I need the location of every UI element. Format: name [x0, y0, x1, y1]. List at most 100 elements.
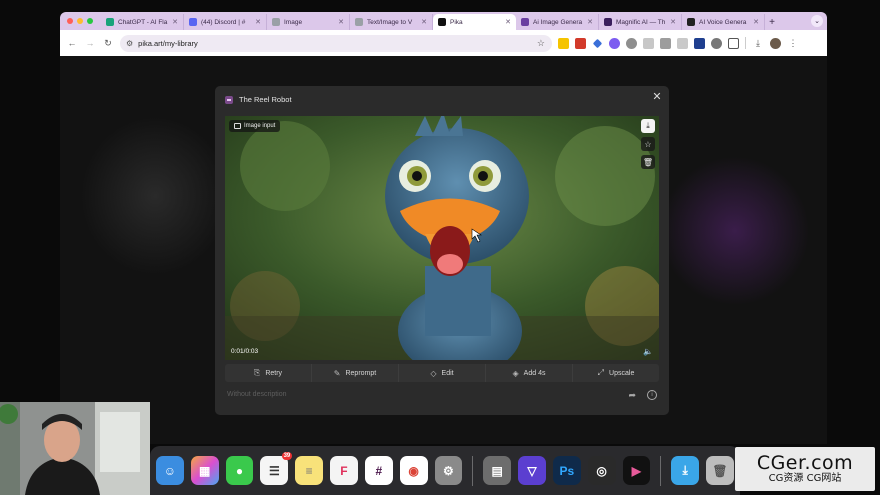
- download-button[interactable]: ⤓: [641, 119, 655, 133]
- share-icon[interactable]: ➦: [628, 390, 636, 401]
- app-icon[interactable]: ▽: [518, 456, 546, 485]
- extension-shield-icon[interactable]: [626, 37, 637, 49]
- tab-image[interactable]: Image ✕: [267, 14, 350, 30]
- tag-icon: ◇: [430, 368, 437, 378]
- back-icon[interactable]: ←: [66, 37, 78, 49]
- finder-icon[interactable]: ☺: [156, 456, 184, 485]
- trash-icon[interactable]: 🗑: [706, 456, 734, 485]
- extension-icon[interactable]: [660, 37, 671, 49]
- discord-icon: [189, 18, 197, 26]
- tab-search-icon[interactable]: ⌄: [811, 15, 823, 27]
- webcam-frame: [0, 402, 150, 495]
- watermark-logo: CGer.com CG资源 CG网站: [735, 447, 875, 491]
- reminders-icon[interactable]: ☰ 39: [260, 452, 293, 485]
- extension-icon[interactable]: [694, 37, 705, 49]
- slack-icon[interactable]: #: [364, 456, 393, 485]
- tab-pika[interactable]: Pika ✕: [433, 14, 516, 30]
- modal-header: The Reel Robot: [225, 95, 292, 104]
- tab-close-icon[interactable]: ✕: [587, 18, 593, 26]
- action-label: Edit: [441, 369, 454, 377]
- favorite-button[interactable]: ☆: [641, 137, 655, 151]
- modal-title: The Reel Robot: [239, 95, 292, 104]
- extension-icon[interactable]: [643, 37, 654, 49]
- watermark-subtitle: CG资源 CG网站: [768, 473, 842, 484]
- maximize-window-button[interactable]: [87, 18, 93, 24]
- tab-chatgpt-ai-fla[interactable]: ChatGPT - AI Fla ✕: [101, 14, 184, 30]
- edit-button[interactable]: ◇ Edit: [399, 364, 486, 382]
- minimize-window-button[interactable]: [77, 18, 83, 24]
- extension-icon[interactable]: [558, 37, 569, 49]
- retry-button[interactable]: ⎘ Retry: [225, 364, 312, 382]
- extension-icon[interactable]: [677, 37, 688, 49]
- trash-icon: 🗑: [642, 157, 654, 167]
- close-icon[interactable]: ✕: [650, 89, 664, 103]
- add-4s-button[interactable]: ◈ Add 4s: [486, 364, 573, 382]
- calculator-icon[interactable]: ▤: [483, 456, 512, 485]
- pika-icon: [438, 18, 446, 26]
- upscale-button[interactable]: ⤢ Upscale: [573, 364, 659, 382]
- tab-close-icon[interactable]: ✕: [753, 18, 759, 26]
- final-cut-icon[interactable]: ▶: [622, 456, 651, 485]
- dock-divider: [660, 455, 662, 486]
- description-field[interactable]: Without description: [227, 391, 287, 398]
- messages-icon[interactable]: ●: [225, 456, 254, 485]
- notes-icon[interactable]: ≡: [295, 456, 324, 485]
- tab-close-icon[interactable]: ✕: [172, 18, 178, 26]
- mute-icon[interactable]: 🔈: [643, 347, 653, 356]
- tab-close-icon[interactable]: ✕: [421, 18, 427, 26]
- ai-icon: [521, 18, 529, 26]
- extensions-puzzle-icon[interactable]: [728, 37, 739, 49]
- new-tab-button[interactable]: +: [765, 14, 779, 30]
- download-icon[interactable]: ⤓: [752, 37, 764, 49]
- chrome-icon[interactable]: ◉: [399, 456, 428, 485]
- tab-close-icon[interactable]: ✕: [670, 18, 676, 26]
- extend-icon: ◈: [512, 368, 519, 378]
- tab-close-icon[interactable]: ✕: [505, 18, 511, 26]
- extension-icon[interactable]: [609, 37, 620, 49]
- background-blur: [80, 116, 230, 276]
- tab-label: Magnific AI — Th: [616, 18, 666, 26]
- badge-label: Image input: [244, 123, 276, 129]
- tab-close-icon[interactable]: ✕: [338, 18, 344, 26]
- action-label: Retry: [265, 369, 283, 377]
- divider: [745, 37, 746, 49]
- reload-icon[interactable]: ↻: [102, 37, 114, 49]
- tab-label: Ai Image Genera: [533, 18, 583, 26]
- info-icon[interactable]: i: [647, 390, 657, 400]
- background-blur: [660, 156, 810, 306]
- bird-video-frame: [225, 116, 659, 360]
- magnific-icon: [604, 18, 612, 26]
- video-player[interactable]: Image input ⤓ ☆ 🗑 0:01/0:03 🔈: [225, 116, 659, 360]
- profile-avatar[interactable]: [770, 37, 781, 49]
- address-bar[interactable]: ⚙ pika.art/my-library ☆: [120, 34, 552, 52]
- video-timecode: 0:01/0:03: [231, 348, 259, 355]
- launchpad-icon[interactable]: ▦: [190, 456, 219, 485]
- system-settings-icon[interactable]: ⚙: [434, 456, 463, 485]
- tab-close-icon[interactable]: ✕: [255, 18, 261, 26]
- tab-label: (44) Discord | #: [201, 18, 246, 26]
- photoshop-icon[interactable]: Ps: [552, 456, 581, 485]
- extension-pen-icon[interactable]: [592, 38, 603, 48]
- extension-icon[interactable]: [711, 37, 722, 49]
- delete-button[interactable]: 🗑: [641, 155, 655, 169]
- browser-toolbar: ← → ↻ ⚙ pika.art/my-library ☆ ⤓ ⋮: [60, 30, 827, 56]
- reprompt-button[interactable]: ✎ Reprompt: [312, 364, 399, 382]
- close-window-button[interactable]: [67, 18, 73, 24]
- voice-icon: [687, 18, 695, 26]
- tab-ai-voice-genera[interactable]: AI Voice Genera ✕: [682, 14, 765, 30]
- forward-icon[interactable]: →: [84, 37, 96, 49]
- star-icon: ☆: [644, 139, 652, 149]
- tab-text-image-to-v[interactable]: Text/Image to V ✕: [350, 14, 433, 30]
- site-info-icon[interactable]: ⚙: [126, 39, 133, 48]
- tab-magnific-ai-th[interactable]: Magnific AI — Th ✕: [599, 14, 682, 30]
- tab-label: Text/Image to V: [367, 18, 413, 26]
- bookmark-star-icon[interactable]: ☆: [537, 38, 545, 49]
- downloads-folder-icon[interactable]: ⤓: [671, 456, 700, 485]
- more-menu-icon[interactable]: ⋮: [787, 37, 799, 49]
- flow-app-icon[interactable]: F: [330, 456, 358, 485]
- extension-icon[interactable]: [575, 37, 586, 49]
- action-label: Add 4s: [523, 369, 546, 377]
- tab-ai-image-genera[interactable]: Ai Image Genera ✕: [516, 14, 599, 30]
- tab-44-discord[interactable]: (44) Discord | # ✕: [184, 14, 267, 30]
- obs-icon[interactable]: ◎: [587, 456, 616, 485]
